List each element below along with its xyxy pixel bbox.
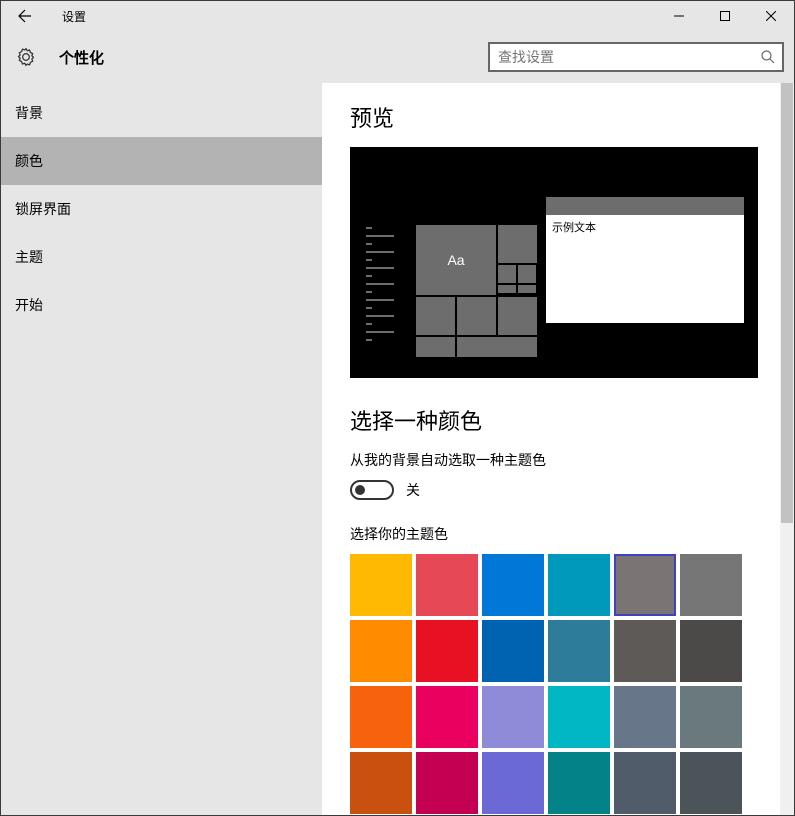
- color-swatch-20[interactable]: [482, 752, 544, 814]
- color-swatch-7[interactable]: [416, 620, 478, 682]
- sidebar: 背景 颜色 锁屏界面 主题 开始: [1, 83, 322, 815]
- preview-sample-titlebar: [546, 197, 744, 215]
- sidebar-item-themes[interactable]: 主题: [1, 233, 322, 281]
- color-swatch-12[interactable]: [350, 686, 412, 748]
- color-swatch-10[interactable]: [614, 620, 676, 682]
- settings-window: 设置 个性化 背景 颜色 锁屏界面 主题 开始: [0, 0, 795, 816]
- preview-heading: 预览: [350, 101, 780, 133]
- color-swatch-11[interactable]: [680, 620, 742, 682]
- color-swatch-17[interactable]: [680, 686, 742, 748]
- body: 背景 颜色 锁屏界面 主题 开始 预览: [1, 83, 794, 815]
- color-swatch-13[interactable]: [416, 686, 478, 748]
- color-swatch-9[interactable]: [548, 620, 610, 682]
- sidebar-item-label: 开始: [15, 295, 43, 315]
- color-swatch-21[interactable]: [548, 752, 610, 814]
- gear-icon: [15, 46, 37, 68]
- color-swatch-8[interactable]: [482, 620, 544, 682]
- color-swatch-16[interactable]: [614, 686, 676, 748]
- content: 预览 Aa: [322, 83, 780, 815]
- sidebar-item-lockscreen[interactable]: 锁屏界面: [1, 185, 322, 233]
- color-swatch-2[interactable]: [482, 554, 544, 616]
- color-grid: [350, 554, 758, 814]
- search-icon: [760, 49, 776, 65]
- page-title: 个性化: [59, 47, 104, 68]
- sidebar-item-label: 颜色: [15, 151, 43, 171]
- sidebar-item-label: 背景: [15, 103, 43, 123]
- color-swatch-18[interactable]: [350, 752, 412, 814]
- preview-box: Aa: [350, 147, 758, 378]
- preview-sample-window: 示例文本: [546, 197, 744, 323]
- search-input[interactable]: [488, 42, 784, 72]
- color-swatch-15[interactable]: [548, 686, 610, 748]
- vertical-scrollbar[interactable]: [780, 83, 794, 815]
- maximize-button[interactable]: [702, 1, 748, 31]
- titlebar: 设置: [1, 1, 794, 31]
- preview-sample-text: 示例文本: [546, 215, 744, 323]
- preview-tiles: Aa: [416, 225, 539, 359]
- maximize-icon: [720, 11, 730, 21]
- auto-accent-toggle-row: 关: [350, 480, 780, 500]
- back-button[interactable]: [1, 1, 48, 31]
- color-swatch-0[interactable]: [350, 554, 412, 616]
- back-arrow-icon: [17, 8, 33, 24]
- sidebar-item-start[interactable]: 开始: [1, 281, 322, 329]
- color-swatch-23[interactable]: [680, 752, 742, 814]
- auto-accent-toggle[interactable]: [350, 480, 394, 500]
- color-swatch-22[interactable]: [614, 752, 676, 814]
- sidebar-item-label: 锁屏界面: [15, 199, 71, 219]
- window-controls: [656, 1, 794, 31]
- minimize-button[interactable]: [656, 1, 702, 31]
- color-swatch-4[interactable]: [614, 554, 676, 616]
- sidebar-item-label: 主题: [15, 247, 43, 267]
- color-swatch-19[interactable]: [416, 752, 478, 814]
- color-swatch-5[interactable]: [680, 554, 742, 616]
- preview-tile-aa: Aa: [416, 225, 496, 295]
- auto-accent-label: 从我的背景自动选取一种主题色: [350, 450, 780, 470]
- content-wrapper: 预览 Aa: [322, 83, 794, 815]
- accent-color-label: 选择你的主题色: [350, 524, 780, 544]
- sidebar-item-colors[interactable]: 颜色: [1, 137, 322, 185]
- close-button[interactable]: [748, 1, 794, 31]
- color-swatch-3[interactable]: [548, 554, 610, 616]
- toggle-state-label: 关: [406, 480, 420, 500]
- close-icon: [766, 11, 776, 21]
- toggle-knob: [355, 485, 365, 495]
- window-title: 设置: [62, 8, 86, 25]
- preview-menu-lines: [366, 227, 394, 347]
- sidebar-item-background[interactable]: 背景: [1, 89, 322, 137]
- color-swatch-1[interactable]: [416, 554, 478, 616]
- color-swatch-14[interactable]: [482, 686, 544, 748]
- minimize-icon: [674, 11, 684, 21]
- color-swatch-6[interactable]: [350, 620, 412, 682]
- scrollbar-thumb[interactable]: [781, 83, 793, 523]
- search-container: [488, 42, 784, 72]
- choose-color-heading: 选择一种颜色: [350, 404, 780, 436]
